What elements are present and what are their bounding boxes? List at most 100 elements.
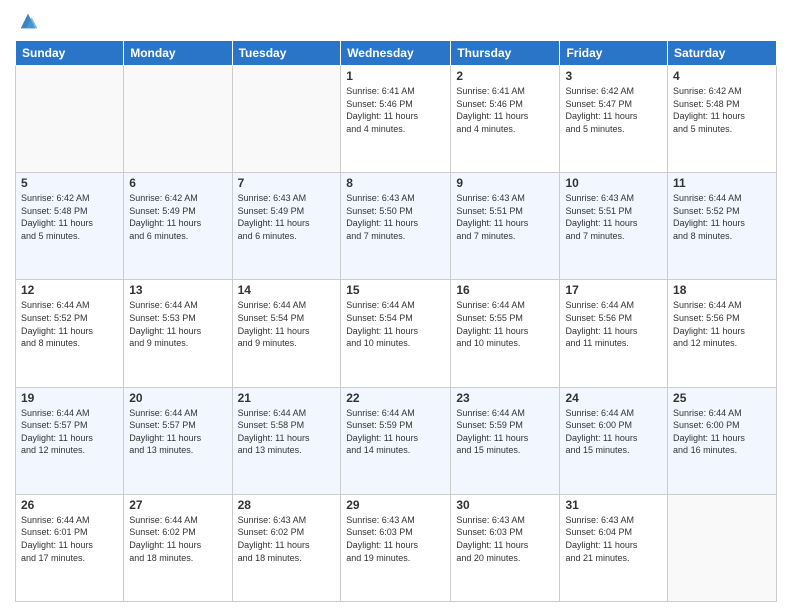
day-info: Sunrise: 6:42 AM Sunset: 5:47 PM Dayligh… [565,85,662,135]
day-info: Sunrise: 6:43 AM Sunset: 6:03 PM Dayligh… [456,514,554,564]
calendar-cell: 16 Sunrise: 6:44 AM Sunset: 5:55 PM Dayli… [451,280,560,387]
day-number: 23 [456,391,554,405]
day-number: 16 [456,283,554,297]
day-number: 27 [129,498,226,512]
calendar-cell [16,66,124,173]
day-info: Sunrise: 6:44 AM Sunset: 6:01 PM Dayligh… [21,514,118,564]
day-number: 14 [238,283,336,297]
calendar-cell: 15 Sunrise: 6:44 AM Sunset: 5:54 PM Dayli… [341,280,451,387]
calendar-cell: 27 Sunrise: 6:44 AM Sunset: 6:02 PM Dayli… [124,494,232,601]
calendar-cell: 22 Sunrise: 6:44 AM Sunset: 5:59 PM Dayli… [341,387,451,494]
day-number: 1 [346,69,445,83]
day-number: 24 [565,391,662,405]
day-number: 29 [346,498,445,512]
day-info: Sunrise: 6:44 AM Sunset: 5:53 PM Dayligh… [129,299,226,349]
calendar-cell: 13Sunrise: 6:44 AM Sunset: 5:53 PM Dayli… [124,280,232,387]
calendar-cell: 26 Sunrise: 6:44 AM Sunset: 6:01 PM Dayli… [16,494,124,601]
day-info: Sunrise: 6:42 AM Sunset: 5:48 PM Dayligh… [673,85,771,135]
calendar-cell: 18 Sunrise: 6:44 AM Sunset: 5:56 PM Dayli… [668,280,777,387]
day-number: 8 [346,176,445,190]
day-number: 17 [565,283,662,297]
day-info: Sunrise: 6:43 AM Sunset: 5:49 PM Dayligh… [238,192,336,242]
calendar-cell: 8 Sunrise: 6:43 AM Sunset: 5:50 PM Daylig… [341,173,451,280]
calendar-cell: 21 Sunrise: 6:44 AM Sunset: 5:58 PM Dayli… [232,387,341,494]
weekday-header-wednesday: Wednesday [341,41,451,66]
calendar-table: SundayMondayTuesdayWednesdayThursdayFrid… [15,40,777,602]
calendar-cell: 20 Sunrise: 6:44 AM Sunset: 5:57 PM Dayli… [124,387,232,494]
day-info: Sunrise: 6:44 AM Sunset: 5:57 PM Dayligh… [129,407,226,457]
weekday-header-tuesday: Tuesday [232,41,341,66]
weekday-header-friday: Friday [560,41,668,66]
calendar-cell: 25 Sunrise: 6:44 AM Sunset: 6:00 PM Dayli… [668,387,777,494]
day-info: Sunrise: 6:42 AM Sunset: 5:48 PM Dayligh… [21,192,118,242]
calendar-cell [124,66,232,173]
day-number: 3 [565,69,662,83]
weekday-header-saturday: Saturday [668,41,777,66]
day-info: Sunrise: 6:44 AM Sunset: 5:57 PM Dayligh… [21,407,118,457]
calendar-cell: 30 Sunrise: 6:43 AM Sunset: 6:03 PM Dayli… [451,494,560,601]
day-info: Sunrise: 6:44 AM Sunset: 5:52 PM Dayligh… [673,192,771,242]
day-info: Sunrise: 6:44 AM Sunset: 5:52 PM Dayligh… [21,299,118,349]
weekday-header-sunday: Sunday [16,41,124,66]
day-number: 19 [21,391,118,405]
calendar-cell [668,494,777,601]
day-number: 25 [673,391,771,405]
day-info: Sunrise: 6:43 AM Sunset: 6:04 PM Dayligh… [565,514,662,564]
calendar-cell: 17 Sunrise: 6:44 AM Sunset: 5:56 PM Dayli… [560,280,668,387]
day-info: Sunrise: 6:42 AM Sunset: 5:49 PM Dayligh… [129,192,226,242]
calendar-cell [232,66,341,173]
day-info: Sunrise: 6:44 AM Sunset: 5:56 PM Dayligh… [673,299,771,349]
day-number: 4 [673,69,771,83]
day-number: 31 [565,498,662,512]
calendar-cell: 28 Sunrise: 6:43 AM Sunset: 6:02 PM Dayli… [232,494,341,601]
logo-icon [17,10,39,32]
day-info: Sunrise: 6:44 AM Sunset: 6:02 PM Dayligh… [129,514,226,564]
day-number: 12 [21,283,118,297]
day-info: Sunrise: 6:43 AM Sunset: 5:51 PM Dayligh… [565,192,662,242]
calendar-cell: 31 Sunrise: 6:43 AM Sunset: 6:04 PM Dayli… [560,494,668,601]
day-number: 18 [673,283,771,297]
calendar-cell: 12 Sunrise: 6:44 AM Sunset: 5:52 PM Dayli… [16,280,124,387]
day-info: Sunrise: 6:44 AM Sunset: 5:54 PM Dayligh… [346,299,445,349]
day-info: Sunrise: 6:44 AM Sunset: 5:58 PM Dayligh… [238,407,336,457]
day-info: Sunrise: 6:41 AM Sunset: 5:46 PM Dayligh… [456,85,554,135]
day-number: 30 [456,498,554,512]
calendar-cell: 14 Sunrise: 6:44 AM Sunset: 5:54 PM Dayli… [232,280,341,387]
calendar-cell: 1Sunrise: 6:41 AM Sunset: 5:46 PM Daylig… [341,66,451,173]
calendar-cell: 19 Sunrise: 6:44 AM Sunset: 5:57 PM Dayli… [16,387,124,494]
calendar-week-3: 12 Sunrise: 6:44 AM Sunset: 5:52 PM Dayli… [16,280,777,387]
day-number: 5 [21,176,118,190]
calendar-cell: 3 Sunrise: 6:42 AM Sunset: 5:47 PM Daylig… [560,66,668,173]
day-number: 6 [129,176,226,190]
day-number: 26 [21,498,118,512]
calendar-cell: 9Sunrise: 6:43 AM Sunset: 5:51 PM Daylig… [451,173,560,280]
day-info: Sunrise: 6:44 AM Sunset: 5:59 PM Dayligh… [346,407,445,457]
day-number: 21 [238,391,336,405]
day-number: 28 [238,498,336,512]
day-info: Sunrise: 6:43 AM Sunset: 5:50 PM Dayligh… [346,192,445,242]
day-info: Sunrise: 6:44 AM Sunset: 5:59 PM Dayligh… [456,407,554,457]
day-number: 9 [456,176,554,190]
weekday-header-row: SundayMondayTuesdayWednesdayThursdayFrid… [16,41,777,66]
calendar-cell: 10Sunrise: 6:43 AM Sunset: 5:51 PM Dayli… [560,173,668,280]
calendar-week-4: 19 Sunrise: 6:44 AM Sunset: 5:57 PM Dayli… [16,387,777,494]
day-info: Sunrise: 6:44 AM Sunset: 6:00 PM Dayligh… [673,407,771,457]
day-info: Sunrise: 6:43 AM Sunset: 6:02 PM Dayligh… [238,514,336,564]
day-number: 20 [129,391,226,405]
weekday-header-monday: Monday [124,41,232,66]
day-info: Sunrise: 6:44 AM Sunset: 5:56 PM Dayligh… [565,299,662,349]
logo [15,14,39,32]
calendar-cell: 11 Sunrise: 6:44 AM Sunset: 5:52 PM Dayli… [668,173,777,280]
day-info: Sunrise: 6:44 AM Sunset: 5:55 PM Dayligh… [456,299,554,349]
day-number: 22 [346,391,445,405]
day-info: Sunrise: 6:44 AM Sunset: 5:54 PM Dayligh… [238,299,336,349]
calendar-cell: 2Sunrise: 6:41 AM Sunset: 5:46 PM Daylig… [451,66,560,173]
calendar-week-5: 26 Sunrise: 6:44 AM Sunset: 6:01 PM Dayli… [16,494,777,601]
weekday-header-thursday: Thursday [451,41,560,66]
day-info: Sunrise: 6:43 AM Sunset: 6:03 PM Dayligh… [346,514,445,564]
day-number: 15 [346,283,445,297]
page: SundayMondayTuesdayWednesdayThursdayFrid… [0,0,792,612]
calendar-cell: 5 Sunrise: 6:42 AM Sunset: 5:48 PM Daylig… [16,173,124,280]
calendar-week-2: 5 Sunrise: 6:42 AM Sunset: 5:48 PM Daylig… [16,173,777,280]
day-number: 11 [673,176,771,190]
